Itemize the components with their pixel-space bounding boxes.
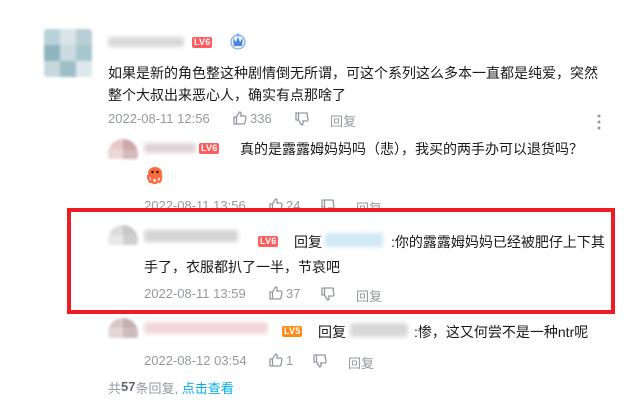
footer-prefix: 共 [108, 381, 122, 396]
reply-meta: 2022-08-11 13:59 37 回复 [144, 285, 444, 305]
fan-medal-icon [228, 31, 248, 56]
level-badge: LV6 [258, 236, 279, 247]
reply-username[interactable] [144, 143, 196, 153]
reply-target-user[interactable] [350, 323, 408, 337]
reply-username[interactable] [144, 322, 268, 334]
commenter-avatar[interactable] [44, 29, 92, 77]
reply-text-line1: :你的露露姆妈妈已经被肥仔上下其 [391, 234, 605, 250]
reply-avatar[interactable] [108, 225, 138, 255]
like-icon[interactable] [268, 285, 284, 301]
level-badge: LV6 [192, 37, 213, 48]
like-count: 1 [286, 353, 294, 368]
reply-text-line2: 手了，衣服都扒了一半，节哀吧 [144, 259, 340, 275]
more-vertical-icon[interactable] [596, 114, 602, 130]
comment-text: 如果是新的角色整这种剧情倒无所谓，可这个系列这么多本一直都是纯爱，突然整个大叔出… [108, 65, 598, 103]
view-all-replies-link[interactable]: 点击查看 [182, 381, 234, 396]
reply-username[interactable] [144, 230, 238, 242]
reply-avatar[interactable] [108, 318, 138, 348]
like-count: 336 [250, 111, 272, 126]
comment-date: 2022-08-11 12:56 [108, 111, 210, 126]
reply-total-count: 57 [121, 378, 136, 394]
level-badge: LV6 [199, 143, 220, 154]
reply-meta: 2022-08-12 03:54 1 回复 [144, 352, 444, 372]
reply-date: 2022-08-12 03:54 [144, 353, 247, 368]
octopus-emoji-icon [144, 164, 166, 191]
like-icon[interactable] [232, 110, 248, 126]
dislike-icon[interactable] [320, 286, 336, 302]
reply-target-user[interactable] [325, 233, 383, 247]
reply-text: 真的是露露姆妈妈吗（悲），我买的两手办可以退货吗？ [240, 141, 583, 157]
reply-avatar[interactable] [108, 139, 138, 169]
comment-meta: 2022-08-11 12:56 336 回复 [108, 110, 598, 130]
reply-text: :惨，这又何尝不是一种ntr呢 [414, 324, 589, 340]
dislike-icon[interactable] [294, 111, 310, 127]
like-count: 37 [286, 286, 301, 301]
dislike-icon[interactable] [312, 353, 328, 369]
reply-keyword: 回复 [318, 324, 346, 340]
reply-button[interactable]: 回复 [348, 353, 374, 372]
reply-button[interactable]: 回复 [356, 286, 382, 305]
reply-date: 2022-08-11 13:59 [144, 286, 246, 301]
like-icon[interactable] [268, 352, 284, 368]
level-badge: LV5 [282, 326, 303, 337]
footer-suffix: 条回复, [135, 381, 179, 396]
reply-count-footer: 共57条回复, 点击查看 [108, 378, 234, 397]
reply-keyword: 回复 [294, 234, 322, 250]
reply-button[interactable]: 回复 [330, 111, 356, 130]
commenter-username[interactable] [108, 37, 184, 47]
